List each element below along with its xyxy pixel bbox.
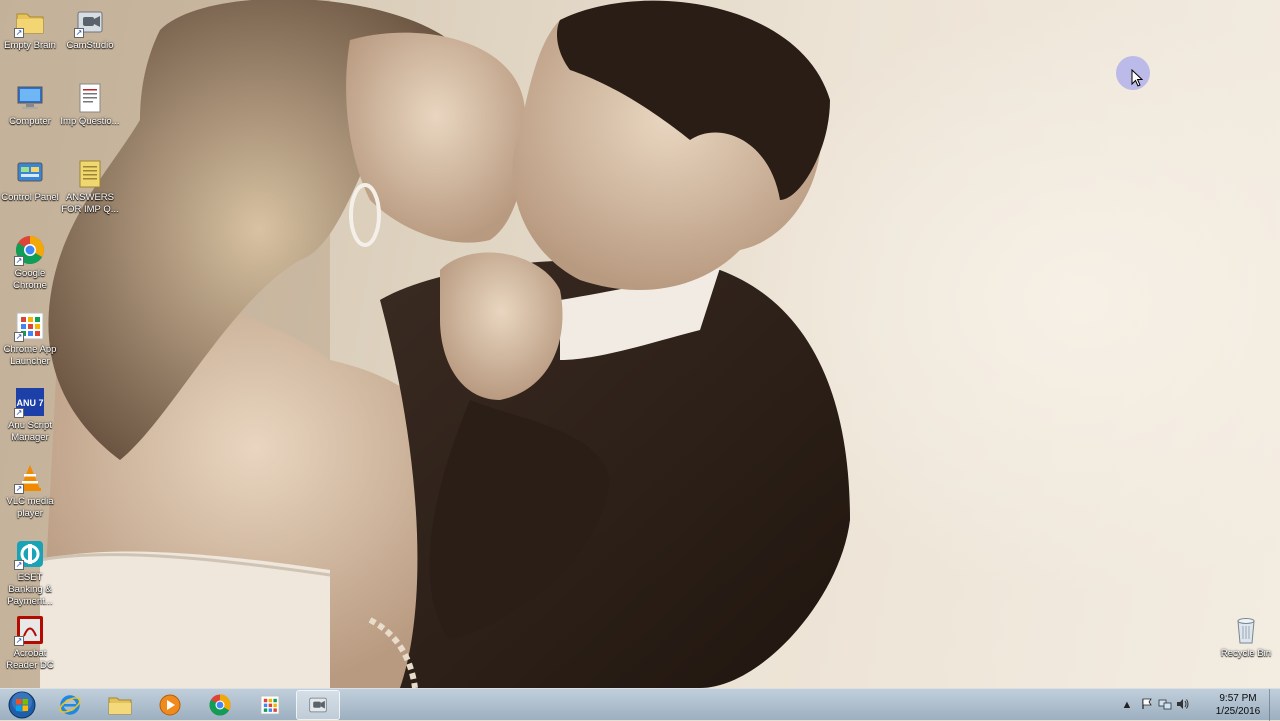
document-icon	[74, 82, 106, 114]
volume-icon[interactable]	[1176, 698, 1190, 712]
desktop-icon-label: Empty Brain	[4, 40, 56, 51]
desktop-icon-label: Recycle Bin	[1220, 648, 1272, 659]
computer-icon	[14, 82, 46, 114]
app-launcher-icon: ↗	[14, 310, 46, 342]
desktop-icon-imp-questions[interactable]: Imp Questio...	[60, 82, 120, 128]
taskbar-camstudio[interactable]	[296, 690, 340, 720]
recycle-bin-icon	[1230, 614, 1262, 646]
wallpaper	[0, 0, 850, 688]
desktop-icon-label: Acrobat Reader DC	[6, 648, 54, 671]
desktop-icon-control-panel[interactable]: Control Panel	[0, 158, 60, 204]
taskbar-windows-explorer[interactable]	[98, 690, 142, 720]
desktop-icon-label: Google Chrome	[13, 268, 47, 291]
camstudio-icon: ↗	[74, 6, 106, 38]
desktop-icon-acrobat-reader[interactable]: ↗ Acrobat Reader DC	[0, 614, 60, 672]
desktop-icon-anu-script-manager[interactable]: ANU 7 ↗ Anu Script Manager	[0, 386, 60, 444]
desktop-icon-label: Computer	[9, 116, 51, 127]
media-player-icon	[159, 694, 181, 716]
windows-logo-icon	[8, 691, 36, 719]
anu-script-icon: ANU 7 ↗	[14, 386, 46, 418]
eset-icon: ↗	[14, 538, 46, 570]
desktop[interactable]: ↗ Empty Brain Computer Control Panel ↗ G…	[0, 0, 1280, 688]
anu-script-badge: ANU 7	[16, 398, 43, 408]
internet-explorer-icon	[59, 695, 81, 715]
system-tray: ▲ 9:57 PM 1/25/2016	[1120, 689, 1280, 721]
app-launcher-icon	[260, 695, 280, 715]
desktop-icon-label: Anu Script Manager	[8, 420, 52, 443]
taskbar-app-launcher[interactable]	[248, 690, 292, 720]
clock-time: 9:57 PM	[1219, 693, 1257, 704]
notepad-icon	[74, 158, 106, 190]
show-desktop-button[interactable]	[1269, 689, 1280, 721]
taskbar: ▲ 9:57 PM 1/25/2016	[0, 688, 1280, 721]
desktop-icon-chrome-app-launcher[interactable]: ↗ Chrome App Launcher	[0, 310, 60, 368]
desktop-icon-computer[interactable]: Computer	[0, 82, 60, 128]
taskbar-media-player[interactable]	[148, 690, 192, 720]
desktop-icon-vlc[interactable]: ↗ VLC media player	[0, 462, 60, 520]
desktop-icon-recycle-bin[interactable]: Recycle Bin	[1216, 614, 1276, 660]
chrome-icon: ↗	[14, 234, 46, 266]
acrobat-icon: ↗	[14, 614, 46, 646]
desktop-icon-answers[interactable]: ANSWERS FOR IMP Q...	[60, 158, 120, 216]
mouse-pointer-icon	[1131, 69, 1143, 87]
desktop-icon-label: Chrome App Launcher	[3, 344, 57, 367]
desktop-icon-label: Control Panel	[1, 192, 59, 203]
taskbar-internet-explorer[interactable]	[48, 690, 92, 720]
desktop-icon-label: ANSWERS FOR IMP Q...	[61, 192, 119, 215]
taskbar-clock[interactable]: 9:57 PM 1/25/2016	[1208, 692, 1268, 718]
vlc-icon: ↗	[14, 462, 46, 494]
clock-date: 1/25/2016	[1215, 706, 1261, 717]
action-center-flag-icon[interactable]	[1140, 698, 1154, 712]
desktop-icon-eset[interactable]: ↗ ESET Banking & Payment...	[0, 538, 60, 608]
desktop-icon-label: CamStudio	[66, 40, 114, 51]
camstudio-icon	[309, 697, 327, 713]
start-button[interactable]	[4, 690, 40, 720]
show-hidden-icons-button[interactable]: ▲	[1120, 698, 1134, 712]
desktop-icon-label: Imp Questio...	[60, 116, 120, 127]
desktop-icon-google-chrome[interactable]: ↗ Google Chrome	[0, 234, 60, 292]
control-panel-icon	[14, 158, 46, 190]
chrome-icon	[209, 694, 231, 716]
network-icon[interactable]	[1158, 698, 1172, 712]
taskbar-google-chrome[interactable]	[198, 690, 242, 720]
explorer-folder-icon	[108, 697, 132, 715]
desktop-icon-camstudio[interactable]: ↗ CamStudio	[60, 6, 120, 52]
desktop-icon-label: ESET Banking & Payment...	[7, 572, 53, 607]
folder-icon: ↗	[14, 6, 46, 38]
desktop-icon-label: VLC media player	[6, 496, 54, 519]
desktop-icon-empty-brain[interactable]: ↗ Empty Brain	[0, 6, 60, 52]
